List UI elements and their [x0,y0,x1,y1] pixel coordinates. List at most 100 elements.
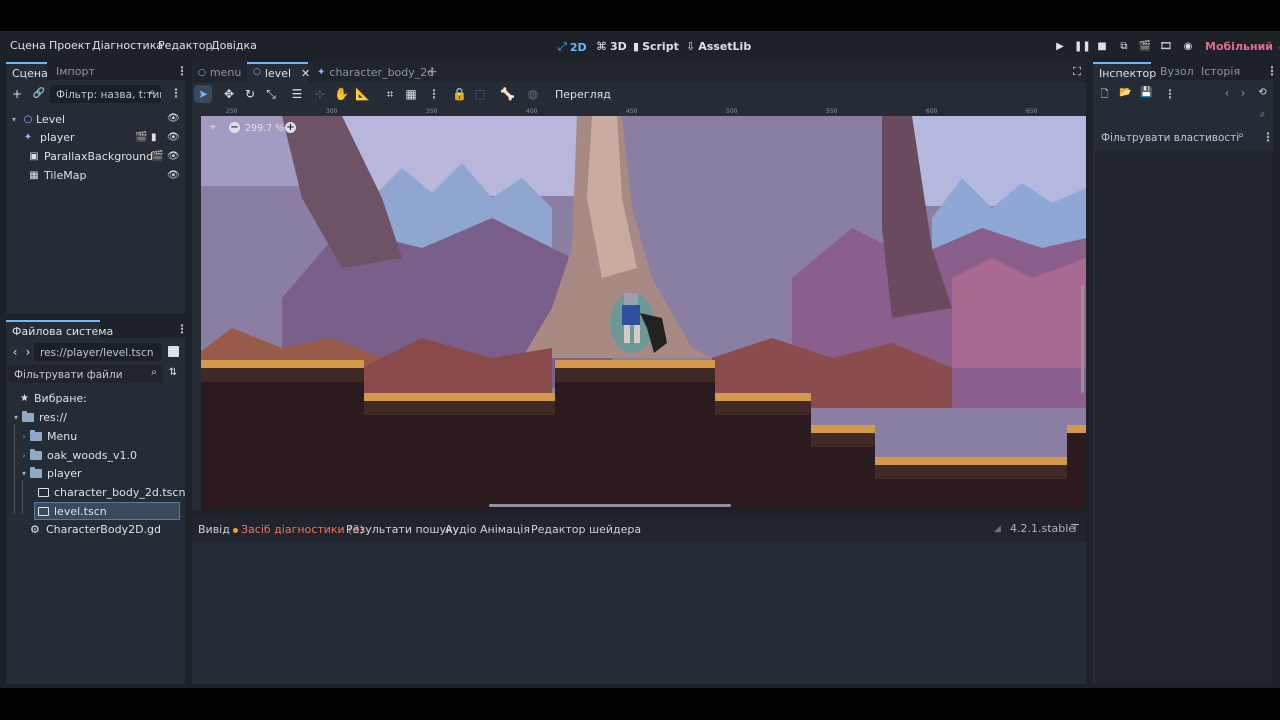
expand-bottom-panel-icon[interactable]: ⊤ [1068,522,1082,535]
tab-search-results[interactable]: Результати пошуку [346,523,459,536]
inspector-filter-input[interactable]: Фільтрувати властивості [1095,128,1250,146]
folder-oak-woods[interactable]: › oak_woods_v1.0 [18,446,137,464]
tab-debugger[interactable]: Засіб діагностики (3) [233,523,364,536]
open-scene-icon[interactable]: 🎬 [135,132,147,143]
tab-output[interactable]: Вивід [198,523,230,536]
group-icon[interactable]: ⬚ [473,87,487,101]
visibility-eye-icon[interactable]: 👁 [167,113,180,124]
lock-icon[interactable]: 🔒 [452,87,467,101]
inspector-menu-icon[interactable]: ⋮ [1266,64,1278,78]
vertical-scrollbar[interactable] [1081,285,1084,393]
inspector-filter-menu-icon[interactable]: ⋮ [1262,130,1274,144]
file-character-body-2d-tscn[interactable]: character_body_2d.tscn [38,483,185,501]
open-folder-icon[interactable]: 📂 [1119,87,1132,98]
save-icon[interactable]: 💾 [1140,87,1153,98]
pan-mode-icon[interactable]: ✋ [334,87,349,101]
tab-node[interactable]: Вузол [1160,65,1194,78]
scene-filter-input[interactable]: Фільтр: назва, t:тип, [50,85,161,103]
tab-menu-scene[interactable]: ○ menu [198,66,241,79]
sort-icon[interactable]: ⇅ [166,367,180,378]
back-icon[interactable]: ‹ [10,345,20,359]
tab-level-scene[interactable]: ○ level ✕ [247,62,310,82]
open-scene-icon[interactable]: 🎬 [151,151,163,162]
visibility-eye-icon[interactable]: 👁 [167,132,180,143]
remote-debug-icon[interactable]: ⧉ [1117,41,1131,53]
history-back-icon[interactable]: ‹ [1222,86,1232,100]
resource-menu-icon[interactable]: ⋮ [1164,87,1176,101]
filesystem-filter-input[interactable]: Фільтрувати файли [8,365,163,383]
play-scene-icon[interactable]: 🎬 [1138,41,1152,53]
link-icon[interactable]: 🔗 [32,88,46,99]
play-custom-scene-icon[interactable]: 🎞 [1159,41,1173,53]
script-icon[interactable]: ▮ [151,132,157,143]
tab-inspector[interactable]: Інспектор [1093,62,1156,81]
tree-node-tilemap[interactable]: ▦ TileMap [26,166,166,184]
favorites-row[interactable]: ★ Вибране: [20,389,87,407]
zoom-in-icon[interactable]: + [285,122,296,133]
scale-mode-icon[interactable]: ⤡ [264,87,278,102]
menu-debug[interactable]: Діагностика [92,39,163,52]
tab-character-body-2d-scene[interactable]: ✦ character_body_2d [317,66,434,79]
scene-filter-menu-icon[interactable]: ⋮ [170,86,182,100]
menu-scene[interactable]: Сцена [10,39,46,52]
camera-override-icon[interactable]: ◍ [526,87,540,101]
workspace-2d-button[interactable]: ⤢ 2D [558,40,587,54]
skeleton-icon[interactable]: 🦴 [500,87,515,101]
renderer-selector[interactable]: Мобільний ⌄ [1205,40,1280,53]
tab-shader-editor[interactable]: Редактор шейдера [531,523,641,536]
snap-options-icon[interactable]: ⋮ [428,87,440,101]
file-characterbody2d-gd[interactable]: ⚙ CharacterBody2D.gd [30,520,161,538]
file-level-tscn[interactable]: level.tscn [34,502,180,520]
tab-audio[interactable]: Аудіо [445,523,476,536]
add-tab-icon[interactable]: + [426,64,438,80]
stop-icon[interactable]: ■ [1095,41,1109,53]
folder-player[interactable]: ▾ player [18,464,82,482]
add-node-icon[interactable]: + [10,87,24,101]
folder-res[interactable]: ▾ res:// [10,408,67,426]
workspace-assetlib-button[interactable]: ⇩ AssetLib [686,40,751,53]
list-select-icon[interactable]: ☰ [290,87,304,101]
split-mode-icon[interactable] [168,346,179,357]
canvas-viewport[interactable] [192,108,1086,510]
horizontal-scrollbar[interactable] [489,504,731,507]
filesystem-path-input[interactable]: res://player/level.tscn [34,343,162,361]
tree-node-parallaxbackground[interactable]: ▣ ParallaxBackground [26,147,166,165]
movie-maker-icon[interactable]: ◉ [1181,41,1195,53]
folder-menu[interactable]: › Menu [18,427,77,445]
visibility-eye-icon[interactable]: 👁 [167,170,180,181]
view-menu[interactable]: Перегляд [555,88,611,101]
forward-icon[interactable]: › [23,345,33,359]
menu-project[interactable]: Проект [49,39,91,52]
visibility-eye-icon[interactable]: 👁 [167,151,180,162]
menu-editor[interactable]: Редактор [158,39,213,52]
workspace-3d-button[interactable]: ⌘ 3D [596,40,627,53]
zoom-level[interactable]: 299.7 % [245,123,284,134]
tab-import[interactable]: Імпорт [56,65,95,78]
tree-node-level[interactable]: ▾ ○ Level [8,110,183,128]
tab-scene[interactable]: Сцена [6,62,48,81]
tab-animation[interactable]: Анімація [480,523,530,536]
smart-snap-icon[interactable]: ⌗ [383,87,397,102]
play-icon[interactable]: ▶ [1053,41,1067,53]
zoom-out-icon[interactable]: − [229,122,240,133]
center-view-icon[interactable]: ⌖ [207,122,219,133]
grid-snap-icon[interactable]: ▦ [404,87,418,101]
history-forward-icon[interactable]: › [1238,86,1248,100]
select-mode-icon[interactable]: ➤ [196,87,210,101]
menu-help[interactable]: Довідка [211,39,257,52]
scene-dock-menu-icon[interactable]: ⋮ [176,64,188,78]
workspace-script-button[interactable]: ▮ Script [633,40,679,53]
tab-history[interactable]: Історія [1201,65,1240,78]
new-resource-icon[interactable]: 🗋 [1098,87,1111,104]
move-mode-icon[interactable]: ✥ [222,87,236,101]
search-property-icon[interactable]: ⌕ [1256,109,1269,120]
pivot-mode-icon[interactable]: ⊹ [313,87,327,101]
filesystem-menu-icon[interactable]: ⋮ [176,322,188,336]
pause-icon[interactable]: ❚❚ [1074,41,1091,53]
object-history-icon[interactable]: ⟲ [1256,87,1269,98]
tab-filesystem[interactable]: Файлова система [6,320,113,339]
close-icon[interactable]: ✕ [301,67,310,80]
rotate-mode-icon[interactable]: ↻ [243,87,257,101]
ruler-mode-icon[interactable]: 📐 [355,87,370,101]
distraction-free-icon[interactable]: ⛶ [1071,65,1083,79]
